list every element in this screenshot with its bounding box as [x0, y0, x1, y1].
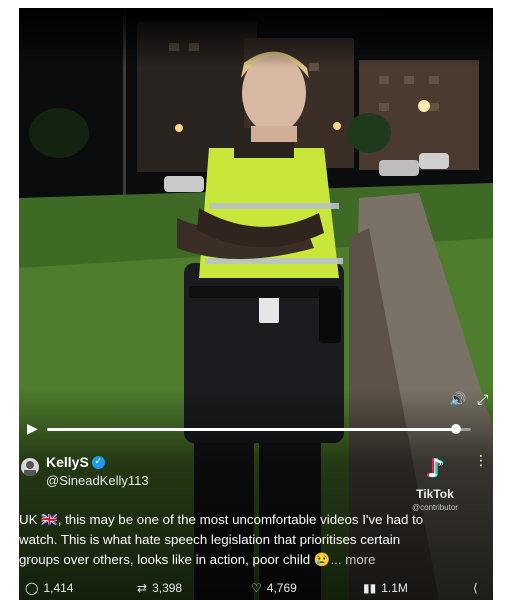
avatar[interactable] — [21, 458, 39, 476]
show-more-link[interactable]: ... more — [330, 552, 375, 567]
video-progress-bar[interactable] — [47, 424, 471, 434]
tiktok-logo-icon: ♪ — [426, 454, 444, 484]
more-icon[interactable]: ⋮ — [474, 453, 488, 469]
reply-count: 1,414 — [43, 581, 74, 595]
author-name[interactable]: KellyS — [46, 454, 89, 470]
top-gradient — [19, 8, 493, 68]
tiktok-label: TikTok — [416, 487, 454, 501]
like-icon: ♡ — [251, 581, 262, 595]
repost-button[interactable]: ⇄ 3,398 — [137, 581, 182, 595]
author-handle[interactable]: @SineadKelly113 — [46, 473, 149, 488]
post-actions: ◯ 1,414 ⇄ 3,398 ♡ 4,769 ▮▮ 1.1M ⟨ — [19, 581, 493, 599]
crying-emoji: 😢 — [313, 552, 331, 567]
volume-icon[interactable]: 🔊 — [449, 393, 466, 407]
post-text-line: watch. This is what hate speech legislat… — [19, 532, 401, 547]
reply-icon: ◯ — [25, 581, 39, 595]
like-count: 4,769 — [266, 581, 297, 595]
like-button[interactable]: ♡ 4,769 — [251, 581, 297, 595]
tiktok-watermark: ♪ TikTok @contributor — [405, 455, 465, 512]
views-button[interactable]: ▮▮ 1.1M — [363, 581, 408, 595]
share-icon: ⟨ — [473, 581, 478, 595]
author-name-row[interactable]: KellyS ✓ — [46, 454, 105, 470]
expand-icon[interactable]: ⤢ — [477, 393, 488, 407]
video-progress-fill — [47, 428, 457, 431]
play-icon[interactable]: ▶ — [27, 422, 38, 436]
views-icon: ▮▮ — [363, 581, 377, 595]
post-text-line: groups over others, looks like in action… — [19, 552, 311, 567]
verified-badge-icon: ✓ — [91, 455, 105, 469]
post-text: UK 🇬🇧, this may be one of the most uncom… — [19, 510, 479, 570]
views-count: 1.1M — [381, 581, 408, 595]
video-post-frame[interactable]: 🔊 ⤢ ▶ KellyS ✓ @SineadKelly113 ⋮ ♪ TikTo… — [19, 8, 493, 600]
post-text-line: UK 🇬🇧, this may be one of the most uncom… — [19, 512, 424, 527]
reply-button[interactable]: ◯ 1,414 — [25, 581, 73, 595]
repost-count: 3,398 — [152, 581, 183, 595]
repost-icon: ⇄ — [137, 581, 148, 595]
share-button[interactable]: ⟨ — [473, 581, 478, 595]
